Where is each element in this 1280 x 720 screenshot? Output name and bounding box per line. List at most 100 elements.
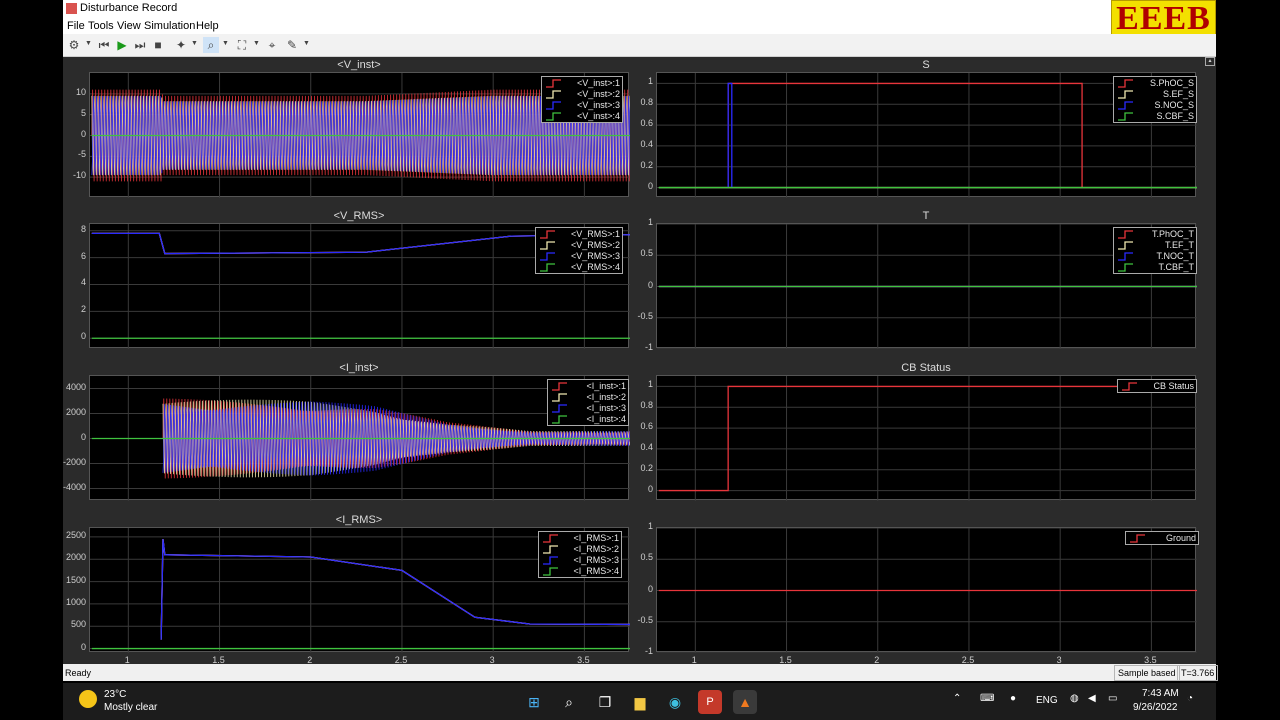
legend-entry[interactable]: <I_RMS>:4 (539, 566, 623, 577)
menu-help[interactable]: Help (196, 20, 219, 32)
plot-legend[interactable]: <I_inst>:1 <I_inst>:2 <I_inst>:3 <I_inst>:4 (547, 379, 629, 426)
plot-title: <I_RMS> (335, 514, 383, 526)
legend-swatch (546, 101, 561, 110)
search-icon[interactable]: ⌕ (557, 690, 581, 714)
legend-entry[interactable]: <I_inst>:4 (548, 414, 630, 425)
chevron-down-icon[interactable]: ▼ (253, 40, 260, 47)
chevron-down-icon[interactable]: ▼ (303, 40, 310, 47)
y-tick-label: 5 (80, 107, 86, 118)
legend-entry[interactable]: S.CBF_S (1114, 111, 1198, 122)
series-line (658, 385, 1197, 492)
legend-entry[interactable]: <V_RMS>:3 (536, 251, 624, 262)
legend-label: <I_inst>:1 (586, 381, 626, 391)
legend-entry[interactable]: <I_RMS>:1 (539, 533, 623, 544)
legend-entry[interactable]: S.EF_S (1114, 89, 1198, 100)
run-icon[interactable]: ▶ (114, 37, 130, 53)
legend-swatch (540, 241, 555, 250)
chevron-down-icon[interactable]: ▼ (222, 40, 229, 47)
y-tick-label: 0 (647, 279, 653, 290)
legend-entry[interactable]: Ground (1126, 533, 1200, 544)
y-tick-label: -10 (72, 170, 86, 181)
legend-swatch (543, 534, 558, 543)
y-tick-label: 4000 (65, 381, 86, 392)
legend-entry[interactable]: <V_RMS>:1 (536, 229, 624, 240)
edge-icon[interactable]: ◉ (663, 690, 687, 714)
y-tick-label: -5 (77, 149, 86, 160)
highlight-icon[interactable]: ✦ (173, 37, 189, 53)
menu-file[interactable]: File (67, 20, 85, 32)
plot-legend[interactable]: <I_RMS>:1 <I_RMS>:2 <I_RMS>:3 <I_RMS>:4 (538, 531, 622, 578)
autoscale-icon[interactable]: ⛶ (234, 37, 250, 53)
legend-entry[interactable]: <I_inst>:3 (548, 403, 630, 414)
weather-temp[interactable]: 23°C (104, 689, 126, 700)
cursor-icon[interactable]: ⌖ (264, 37, 280, 53)
legend-swatch (1118, 230, 1133, 239)
settings-icon[interactable]: ⚙ (66, 37, 82, 53)
y-tick-label: 0.2 (640, 159, 653, 170)
step-back-icon[interactable]: ⏮ (96, 37, 112, 53)
legend-entry[interactable]: T.NOC_T (1114, 251, 1198, 262)
legend-entry[interactable]: <V_RMS>:4 (536, 262, 624, 273)
microphone-icon[interactable]: ● (1010, 693, 1016, 704)
windows-start-icon[interactable]: ⊞ (522, 690, 546, 714)
legend-entry[interactable]: <V_inst>:1 (542, 78, 624, 89)
plot-legend[interactable]: <V_inst>:1 <V_inst>:2 <V_inst>:3 <V_inst>:4 (541, 76, 623, 123)
legend-entry[interactable]: T.CBF_T (1114, 262, 1198, 273)
undock-icon[interactable]: ▴ (1205, 57, 1215, 66)
keyboard-icon[interactable]: ⌨ (980, 693, 994, 704)
battery-icon[interactable]: ▭ (1108, 693, 1117, 704)
clock-date[interactable]: 9/26/2022 (1133, 702, 1178, 713)
legend-entry[interactable]: <I_inst>:1 (548, 381, 630, 392)
language-indicator[interactable]: ENG (1036, 695, 1058, 706)
plot-legend[interactable]: T.PhOC_T T.EF_T T.NOC_T T.CBF_T (1113, 227, 1197, 274)
y-tick-label: 0 (80, 128, 86, 139)
legend-swatch (540, 252, 555, 261)
legend-entry[interactable]: <I_RMS>:3 (539, 555, 623, 566)
task-view-icon[interactable]: ❐ (593, 690, 617, 714)
legend-swatch (546, 90, 561, 99)
legend-entry[interactable]: T.EF_T (1114, 240, 1198, 251)
legend-label: CB Status (1153, 381, 1194, 391)
style-icon[interactable]: ✎ (284, 37, 300, 53)
menu-simulation[interactable]: Simulation (144, 20, 195, 32)
weather-text[interactable]: Mostly clear (104, 702, 157, 713)
legend-entry[interactable]: S.NOC_S (1114, 100, 1198, 111)
y-tick-label: 0.6 (640, 421, 653, 432)
legend-label: <V_inst>:2 (576, 89, 620, 99)
legend-label: T.NOC_T (1156, 251, 1194, 261)
step-forward-icon[interactable]: ⏭ (132, 37, 148, 53)
chevron-down-icon[interactable]: ▼ (85, 40, 92, 47)
powerpoint-icon[interactable]: P (698, 690, 722, 714)
file-explorer-icon[interactable]: ▆ (628, 690, 652, 714)
legend-entry[interactable]: S.PhOC_S (1114, 78, 1198, 89)
matlab-icon[interactable]: ▲ (733, 690, 757, 714)
menu-tools[interactable]: Tools (88, 20, 114, 32)
clock-time[interactable]: 7:43 AM (1142, 688, 1179, 699)
chevron-down-icon[interactable]: ▼ (191, 40, 198, 47)
sim-time-indicator: T=3.766 (1177, 665, 1219, 681)
plot-legend[interactable]: <V_RMS>:1 <V_RMS>:2 <V_RMS>:3 <V_RMS>:4 (535, 227, 623, 274)
plot-legend[interactable]: CB Status (1117, 379, 1197, 393)
legend-entry[interactable]: <V_RMS>:2 (536, 240, 624, 251)
legend-entry[interactable]: <I_RMS>:2 (539, 544, 623, 555)
network-icon[interactable]: ◍ (1070, 693, 1079, 704)
plot-canvas[interactable] (657, 376, 1197, 501)
zoom-icon[interactable]: ⌕ (203, 37, 219, 53)
volume-icon[interactable]: ◀ (1088, 693, 1096, 704)
menu-view[interactable]: View (117, 20, 141, 32)
legend-label: <I_inst>:3 (586, 403, 626, 413)
legend-label: S.CBF_S (1156, 111, 1194, 121)
legend-entry[interactable]: CB Status (1118, 381, 1198, 392)
legend-entry[interactable]: <V_inst>:4 (542, 111, 624, 122)
legend-entry[interactable]: <V_inst>:2 (542, 89, 624, 100)
chevron-up-icon[interactable]: ⌃ (953, 693, 961, 704)
plot-legend[interactable]: S.PhOC_S S.EF_S S.NOC_S S.CBF_S (1113, 76, 1197, 123)
stop-icon[interactable]: ■ (150, 37, 166, 53)
legend-swatch (552, 404, 567, 413)
notification-icon[interactable]: ◔ (1187, 693, 1193, 704)
legend-entry[interactable]: T.PhOC_T (1114, 229, 1198, 240)
plot-legend[interactable]: Ground (1125, 531, 1199, 545)
plot-canvas[interactable] (657, 528, 1197, 653)
legend-entry[interactable]: <I_inst>:2 (548, 392, 630, 403)
legend-entry[interactable]: <V_inst>:3 (542, 100, 624, 111)
